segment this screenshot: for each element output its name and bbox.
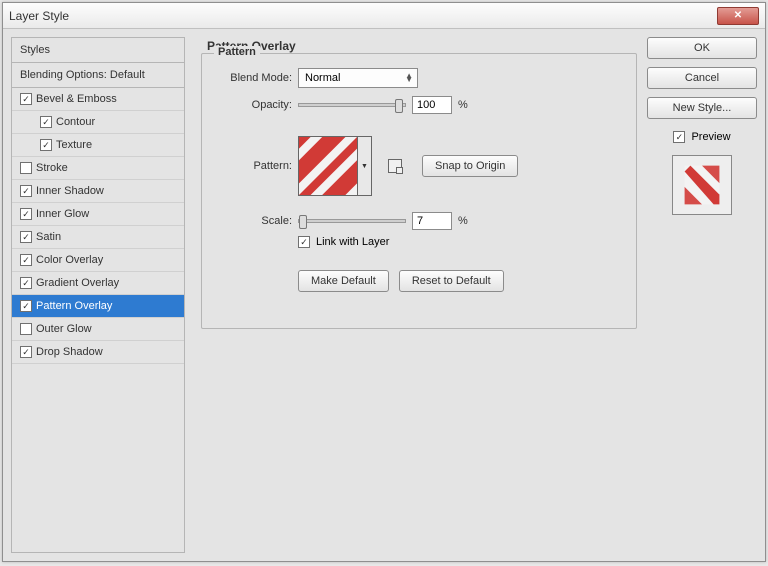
pattern-group: Pattern Blend Mode: Normal ▲▼ Opacity: 1… [201, 53, 637, 329]
preview-checkbox[interactable] [673, 131, 685, 143]
sidebar-item-label: Pattern Overlay [36, 300, 112, 312]
opacity-slider-thumb[interactable] [395, 99, 403, 113]
blend-mode-value: Normal [305, 72, 340, 84]
sidebar-item-label: Contour [56, 116, 95, 128]
group-label: Pattern [214, 46, 260, 58]
opacity-slider[interactable] [298, 103, 406, 107]
sidebar-item-stroke[interactable]: Stroke [12, 157, 184, 180]
layer-style-dialog: Layer Style ✕ Styles Blending Options: D… [2, 2, 766, 562]
right-column: OK Cancel New Style... Preview [647, 37, 757, 553]
link-with-layer-checkbox[interactable] [298, 236, 310, 248]
opacity-row: Opacity: 100 % [210, 96, 468, 114]
scale-row: Scale: 7 % [210, 212, 468, 230]
sidebar-item-drop-shadow[interactable]: Drop Shadow [12, 341, 184, 364]
opacity-label: Opacity: [210, 99, 292, 111]
effect-checkbox[interactable] [20, 208, 32, 220]
effect-checkbox[interactable] [20, 323, 32, 335]
blend-mode-row: Blend Mode: Normal ▲▼ [210, 68, 418, 88]
scale-label: Scale: [210, 215, 292, 227]
default-buttons-row: Make Default Reset to Default [298, 270, 504, 292]
sidebar-item-label: Gradient Overlay [36, 277, 119, 289]
pattern-row: Pattern: [210, 136, 518, 196]
sidebar-item-gradient-overlay[interactable]: Gradient Overlay [12, 272, 184, 295]
make-default-button[interactable]: Make Default [298, 270, 389, 292]
blend-mode-label: Blend Mode: [210, 72, 292, 84]
window-title: Layer Style [9, 9, 717, 23]
cancel-button[interactable]: Cancel [647, 67, 757, 89]
sidebar-item-label: Outer Glow [36, 323, 92, 335]
blend-mode-select[interactable]: Normal ▲▼ [298, 68, 418, 88]
sidebar-item-label: Inner Shadow [36, 185, 104, 197]
new-style-button[interactable]: New Style... [647, 97, 757, 119]
effect-checkbox[interactable] [20, 185, 32, 197]
sidebar-item-label: Inner Glow [36, 208, 89, 220]
sidebar-item-label: Color Overlay [36, 254, 103, 266]
effect-checkbox[interactable] [20, 162, 32, 174]
pattern-label: Pattern: [210, 160, 292, 172]
sidebar-item-inner-glow[interactable]: Inner Glow [12, 203, 184, 226]
sidebar-item-satin[interactable]: Satin [12, 226, 184, 249]
effect-checkbox[interactable] [20, 346, 32, 358]
titlebar: Layer Style ✕ [3, 3, 765, 29]
styles-sidebar: Styles Blending Options: Default Bevel &… [11, 37, 185, 553]
pattern-swatch[interactable] [298, 136, 358, 196]
main-panel: Pattern Overlay Pattern Blend Mode: Norm… [193, 37, 639, 553]
scale-slider-thumb[interactable] [299, 215, 307, 229]
effect-checkbox[interactable] [20, 300, 32, 312]
sidebar-item-label: Stroke [36, 162, 68, 174]
sidebar-item-color-overlay[interactable]: Color Overlay [12, 249, 184, 272]
sidebar-item-contour[interactable]: Contour [12, 111, 184, 134]
scale-unit: % [458, 215, 468, 227]
effect-checkbox[interactable] [20, 277, 32, 289]
snap-to-origin-button[interactable]: Snap to Origin [422, 155, 518, 177]
preview-thumbnail [672, 155, 732, 215]
scale-input[interactable]: 7 [412, 212, 452, 230]
sidebar-item-pattern-overlay[interactable]: Pattern Overlay [12, 295, 184, 318]
preview-label: Preview [691, 131, 730, 143]
link-with-layer-label: Link with Layer [316, 236, 389, 248]
sidebar-item-label: Texture [56, 139, 92, 151]
sidebar-item-texture[interactable]: Texture [12, 134, 184, 157]
sidebar-item-label: Drop Shadow [36, 346, 103, 358]
effect-checkbox[interactable] [20, 231, 32, 243]
effect-checkbox[interactable] [40, 139, 52, 151]
reset-default-button[interactable]: Reset to Default [399, 270, 504, 292]
sidebar-item-inner-shadow[interactable]: Inner Shadow [12, 180, 184, 203]
opacity-unit: % [458, 99, 468, 111]
link-row: Link with Layer [298, 236, 389, 248]
new-pattern-icon[interactable] [388, 159, 402, 173]
scale-slider[interactable] [298, 219, 406, 223]
sidebar-item-bevel-emboss[interactable]: Bevel & Emboss [12, 88, 184, 111]
opacity-input[interactable]: 100 [412, 96, 452, 114]
sidebar-header-styles[interactable]: Styles [12, 38, 184, 63]
sidebar-item-label: Bevel & Emboss [36, 93, 117, 105]
sidebar-item-label: Satin [36, 231, 61, 243]
effect-checkbox[interactable] [20, 254, 32, 266]
effect-checkbox[interactable] [40, 116, 52, 128]
ok-button[interactable]: OK [647, 37, 757, 59]
select-arrows-icon: ▲▼ [405, 74, 413, 82]
content-area: Styles Blending Options: Default Bevel &… [3, 29, 765, 561]
sidebar-blending-options[interactable]: Blending Options: Default [12, 63, 184, 88]
pattern-picker-arrow[interactable]: ▼ [358, 136, 372, 196]
close-button[interactable]: ✕ [717, 7, 759, 25]
effect-checkbox[interactable] [20, 93, 32, 105]
sidebar-item-outer-glow[interactable]: Outer Glow [12, 318, 184, 341]
preview-row: Preview [673, 131, 730, 143]
